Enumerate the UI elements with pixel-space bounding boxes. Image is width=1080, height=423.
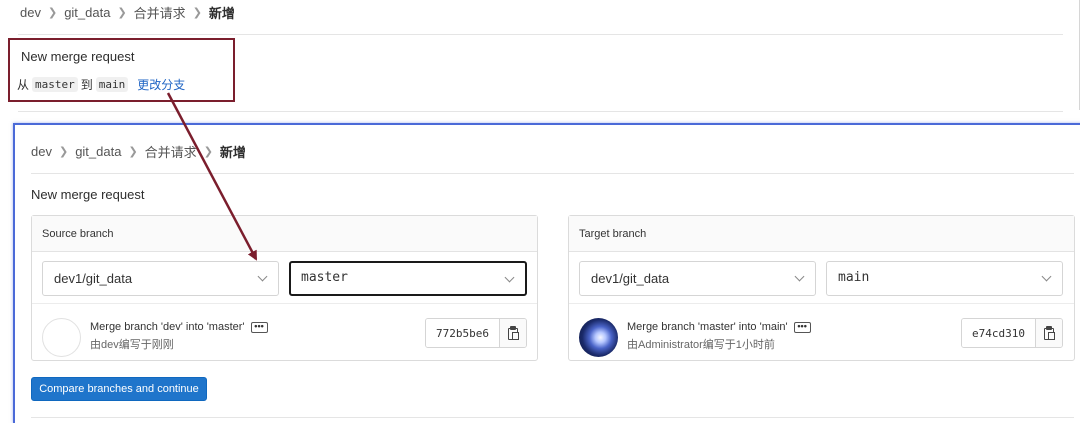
chevron-right-icon: ❯: [58, 145, 69, 158]
target-branch-select[interactable]: main: [826, 261, 1063, 296]
commit-sha[interactable]: 772b5be6: [426, 319, 500, 347]
chevron-right-icon: ❯: [117, 6, 127, 19]
target-project-value: dev1/git_data: [591, 271, 670, 286]
target-branch-card: Target branch dev1/git_data main Merge b…: [568, 215, 1075, 361]
breadcrumb-dev[interactable]: dev: [31, 144, 52, 159]
commit-message: Merge branch 'dev' into 'master' •••: [90, 321, 268, 333]
commit-message-text[interactable]: Merge branch 'master' into 'main': [627, 321, 788, 333]
copy-sha-button[interactable]: [1035, 319, 1062, 347]
copy-sha-button[interactable]: [499, 319, 526, 347]
source-branch-card: Source branch dev1/git_data master Merge…: [31, 215, 538, 361]
divider: [31, 417, 1074, 418]
target-commit: Merge branch 'master' into 'main' ••• 由A…: [569, 303, 1074, 361]
chevron-right-icon: ❯: [192, 6, 202, 19]
source-branch-code: master: [32, 77, 78, 92]
commit-sha-group: 772b5be6: [425, 318, 527, 348]
chevron-right-icon: ❯: [203, 145, 213, 158]
expand-ellipsis-button[interactable]: •••: [793, 321, 811, 333]
source-commit: Merge branch 'dev' into 'master' ••• 由de…: [32, 303, 537, 361]
divider: [18, 34, 1063, 35]
chevron-down-icon: [1041, 271, 1052, 282]
breadcrumb: dev ❯ git_data ❯ 合并请求 ❯ 新增: [31, 142, 246, 161]
target-branch-header: Target branch: [569, 216, 1074, 252]
avatar: [42, 318, 81, 357]
branch-summary: 从 master 到 main 更改分支: [17, 76, 185, 93]
breadcrumb-new: 新增: [219, 144, 246, 160]
page-title: New merge request: [31, 187, 145, 202]
chevron-right-icon: ❯: [47, 6, 58, 19]
target-branch-code: main: [95, 77, 129, 92]
divider: [31, 173, 1074, 174]
expand-ellipsis-button[interactable]: •••: [250, 321, 268, 333]
to-label: 到: [80, 78, 93, 92]
source-project-value: dev1/git_data: [54, 271, 133, 286]
breadcrumb-git-data[interactable]: git_data: [64, 5, 110, 20]
commit-message-text[interactable]: Merge branch 'dev' into 'master': [90, 321, 245, 333]
from-label: 从: [17, 78, 30, 92]
chevron-down-icon: [504, 272, 515, 283]
change-branches-link[interactable]: 更改分支: [137, 76, 185, 93]
breadcrumb: dev ❯ git_data ❯ 合并请求 ❯ 新增: [20, 3, 235, 22]
chevron-down-icon: [257, 271, 268, 282]
commit-message: Merge branch 'master' into 'main' •••: [627, 321, 811, 333]
divider: [18, 111, 1063, 112]
source-branch-value: master: [301, 270, 348, 285]
commit-sha[interactable]: e74cd310: [962, 319, 1036, 347]
source-branch-select[interactable]: master: [289, 261, 527, 296]
breadcrumb-dev[interactable]: dev: [20, 5, 41, 20]
breadcrumb-new: 新增: [208, 5, 235, 21]
commit-meta: 由Administrator编写于1小时前: [627, 339, 775, 351]
chevron-down-icon: [794, 271, 805, 282]
compare-branches-button[interactable]: Compare branches and continue: [31, 377, 207, 401]
commit-sha-group: e74cd310: [961, 318, 1063, 348]
breadcrumb-merge-requests[interactable]: 合并请求: [145, 142, 197, 161]
source-project-select[interactable]: dev1/git_data: [42, 261, 279, 296]
avatar: [579, 318, 618, 357]
commit-meta: 由dev编写于刚刚: [90, 339, 174, 351]
target-branch-value: main: [838, 270, 870, 285]
breadcrumb-merge-requests[interactable]: 合并请求: [134, 3, 186, 22]
breadcrumb-git-data[interactable]: git_data: [75, 144, 121, 159]
page-title: New merge request: [21, 49, 135, 64]
target-project-select[interactable]: dev1/git_data: [579, 261, 816, 296]
chevron-right-icon: ❯: [128, 145, 138, 158]
source-branch-header: Source branch: [32, 216, 537, 252]
